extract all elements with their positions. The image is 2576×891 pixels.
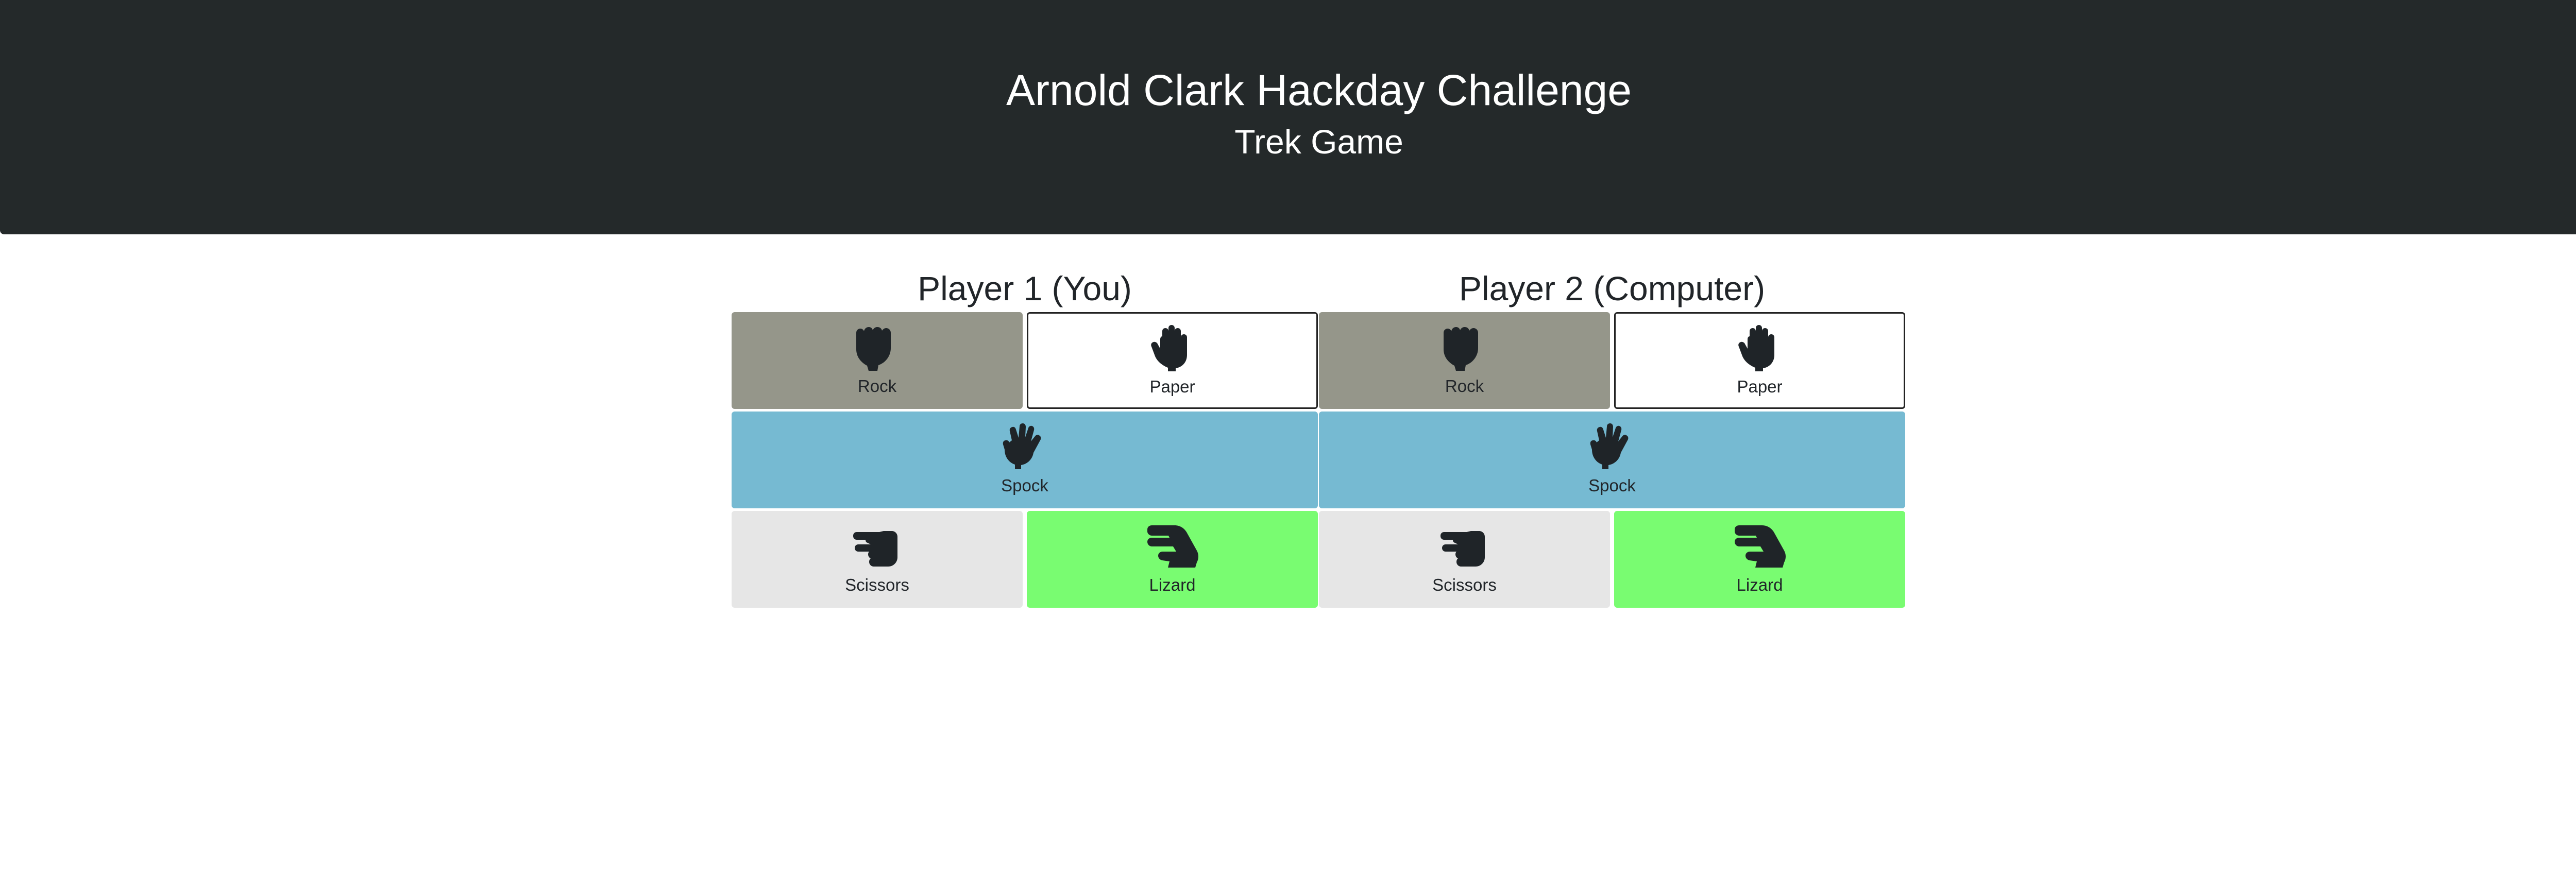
player-2-rock-button[interactable]: Rock (1319, 312, 1610, 409)
paper-label: Paper (1149, 377, 1195, 396)
spock-label: Spock (1588, 476, 1636, 495)
scissors-label: Scissors (845, 575, 909, 594)
player-2-choice-grid: Rock Paper Spock Scissors Lizard (1319, 312, 1905, 608)
fist-hand-icon (849, 323, 906, 371)
lizard-label: Lizard (1736, 575, 1783, 594)
player-2-paper-button[interactable]: Paper (1614, 312, 1905, 409)
player-1-scissors-button[interactable]: Scissors (732, 511, 1023, 608)
player-2-panel: Player 2 (Computer) Rock Paper Spock Sci… (1319, 265, 1905, 608)
player-1-panel: Player 1 (You) Rock Paper Spock Scissors (732, 265, 1318, 608)
fist-hand-icon (1436, 323, 1493, 371)
player-2-title: Player 2 (Computer) (1459, 269, 1766, 307)
player-1-rock-button[interactable]: Rock (732, 312, 1023, 409)
rock-label: Rock (1445, 376, 1484, 396)
player-1-lizard-button[interactable]: Lizard (1027, 511, 1318, 608)
spock-label: Spock (1001, 476, 1048, 495)
paper-label: Paper (1737, 377, 1783, 396)
player-2-lizard-button[interactable]: Lizard (1614, 511, 1905, 608)
page-header: Arnold Clark Hackday Challenge Trek Game (0, 0, 2576, 234)
lizard-hand-icon (1144, 522, 1201, 570)
scissors-hand-icon (1436, 522, 1493, 570)
vulcan-salute-hand-icon (996, 423, 1053, 470)
player-2-spock-button[interactable]: Spock (1319, 412, 1905, 508)
open-hand-icon (1144, 324, 1201, 371)
player-1-spock-button[interactable]: Spock (732, 412, 1318, 508)
player-1-choice-grid: Rock Paper Spock Scissors Lizard (732, 312, 1318, 608)
page-subtitle: Trek Game (1234, 123, 1403, 161)
player-1-title: Player 1 (You) (918, 269, 1132, 307)
player-2-scissors-button[interactable]: Scissors (1319, 511, 1610, 608)
lizard-label: Lizard (1149, 575, 1196, 594)
scissors-hand-icon (849, 522, 906, 570)
player-1-paper-button[interactable]: Paper (1027, 312, 1318, 409)
page-title: Arnold Clark Hackday Challenge (1006, 66, 1632, 114)
lizard-hand-icon (1732, 522, 1788, 570)
vulcan-salute-hand-icon (1584, 423, 1640, 470)
open-hand-icon (1732, 324, 1788, 371)
scissors-label: Scissors (1432, 575, 1497, 594)
rock-label: Rock (857, 376, 897, 396)
